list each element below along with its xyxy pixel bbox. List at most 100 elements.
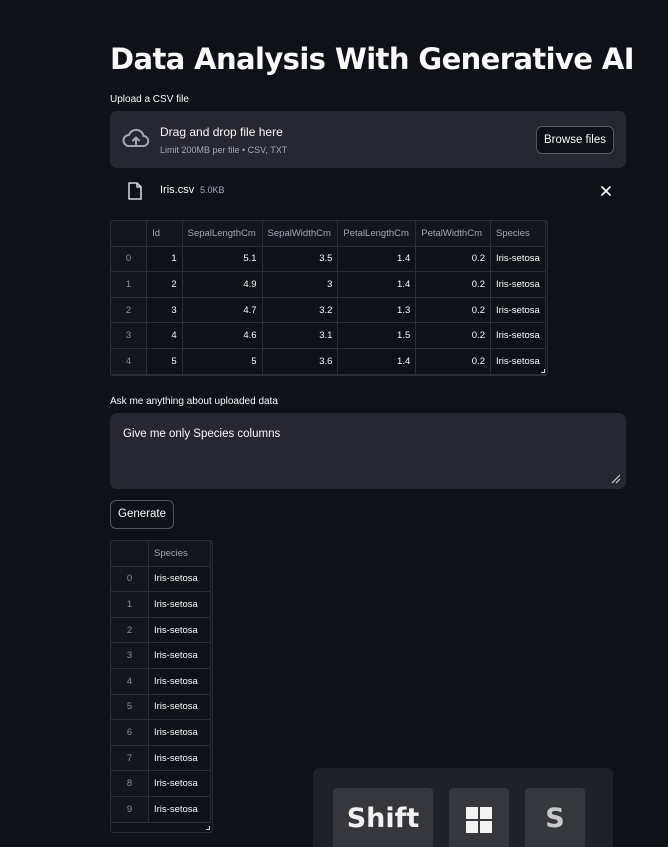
table-cell[interactable]: 1.4 xyxy=(337,271,417,298)
table-cell[interactable]: 1.4 xyxy=(337,245,417,273)
table-cell[interactable]: 1.3 xyxy=(337,296,417,324)
table-row[interactable]: 7 Iris-setosa xyxy=(111,744,211,772)
column-header[interactable]: Id xyxy=(146,221,183,247)
column-header[interactable]: PetalWidthCm xyxy=(415,221,491,247)
table-cell[interactable]: 1.5 xyxy=(337,322,417,349)
uploaded-file-row: Iris.csv 5.0KB xyxy=(110,178,626,204)
question-text: Give me only Species columns xyxy=(123,428,281,440)
table-header-row: Species xyxy=(111,541,211,567)
table-row[interactable]: 5 Iris-setosa xyxy=(111,693,211,721)
table-cell[interactable]: 5.1 xyxy=(181,245,263,273)
dropzone-limit-text: Limit 200MB per file • CSV, TXT xyxy=(160,145,288,155)
result-dataframe[interactable]: Species 0 Iris-setosa 1 Iris-setosa 2 Iris-… xyxy=(110,540,213,833)
table-cell[interactable]: 3.2 xyxy=(261,296,339,324)
row-index: 4 xyxy=(111,667,149,695)
table-cell[interactable]: Iris-setosa xyxy=(489,271,547,298)
table-cell[interactable]: Iris-setosa xyxy=(148,795,211,823)
keyboard-shortcut-overlay: Shift S xyxy=(313,768,613,847)
close-icon[interactable] xyxy=(600,185,612,197)
table-cell[interactable]: 5 xyxy=(146,347,183,375)
dropzone-title: Drag and drop file here xyxy=(160,125,283,139)
column-header[interactable] xyxy=(111,541,149,567)
table-cell[interactable]: Iris-setosa xyxy=(489,245,547,273)
row-index: 7 xyxy=(111,744,149,772)
table-cell[interactable]: Iris-setosa xyxy=(489,347,547,375)
table-cell[interactable]: 3 xyxy=(261,271,339,298)
page-title: Data Analysis With Generative AI xyxy=(110,42,635,76)
cloud-upload-icon xyxy=(122,128,150,147)
row-index: 1 xyxy=(111,591,149,618)
row-index: 4 xyxy=(111,347,148,375)
windows-key xyxy=(449,788,509,847)
table-cell[interactable]: 1 xyxy=(146,245,183,273)
table-cell[interactable]: 4.9 xyxy=(181,271,263,298)
table-cell[interactable]: 0.2 xyxy=(415,347,491,375)
table-row[interactable]: 1 Iris-setosa xyxy=(111,591,211,618)
row-index: 9 xyxy=(111,795,149,823)
table-cell[interactable]: 2 xyxy=(146,271,183,298)
browse-files-button[interactable]: Browse files xyxy=(536,126,614,154)
table-cell[interactable]: 5 xyxy=(181,347,263,375)
table-cell[interactable]: Iris-setosa xyxy=(148,770,211,797)
table-cell[interactable]: 0.2 xyxy=(415,245,491,273)
table-cell[interactable]: Iris-setosa xyxy=(148,616,211,644)
table-cell[interactable]: 0.2 xyxy=(415,271,491,298)
table-row[interactable]: 6 Iris-setosa xyxy=(111,719,211,746)
row-index: 2 xyxy=(111,616,149,644)
preview-dataframe[interactable]: Id SepalLengthCm SepalWidthCm PetalLengt… xyxy=(110,220,548,376)
table-cell[interactable]: 3.5 xyxy=(261,245,339,273)
table-cell[interactable]: 4.6 xyxy=(181,322,263,349)
column-header[interactable]: Species xyxy=(489,221,547,247)
table-row[interactable]: 2 3 4.7 3.2 1.3 0.2 Iris-setosa xyxy=(111,296,547,324)
table-cell[interactable]: 0.2 xyxy=(415,322,491,349)
table-resize-handle[interactable] xyxy=(206,826,210,830)
table-cell[interactable]: Iris-setosa xyxy=(148,744,211,772)
table-row[interactable]: 0 Iris-setosa xyxy=(111,565,211,593)
uploaded-file-name: Iris.csv xyxy=(160,184,195,196)
row-index: 2 xyxy=(111,296,148,324)
table-row[interactable]: 8 Iris-setosa xyxy=(111,770,211,797)
table-resize-handle[interactable] xyxy=(541,369,545,373)
row-index: 3 xyxy=(111,322,148,349)
table-cell[interactable]: Iris-setosa xyxy=(148,719,211,746)
table-cell[interactable]: Iris-setosa xyxy=(489,296,547,324)
table-cell[interactable]: 3.1 xyxy=(261,322,339,349)
table-cell[interactable]: Iris-setosa xyxy=(148,642,211,669)
generate-button[interactable]: Generate xyxy=(110,500,174,529)
question-label: Ask me anything about uploaded data xyxy=(110,396,278,407)
table-header-row: Id SepalLengthCm SepalWidthCm PetalLengt… xyxy=(111,221,547,247)
table-row[interactable]: 3 4 4.6 3.1 1.5 0.2 Iris-setosa xyxy=(111,322,547,349)
column-header[interactable]: SepalWidthCm xyxy=(261,221,339,247)
windows-logo-icon xyxy=(466,807,492,833)
table-cell[interactable]: Iris-setosa xyxy=(148,565,211,593)
table-cell[interactable]: Iris-setosa xyxy=(148,591,211,618)
table-cell[interactable]: 3.6 xyxy=(261,347,339,375)
row-index: 6 xyxy=(111,719,149,746)
file-dropzone[interactable]: Drag and drop file here Limit 200MB per … xyxy=(110,111,626,168)
column-header[interactable]: SepalLengthCm xyxy=(181,221,263,247)
s-key: S xyxy=(525,788,585,847)
table-row[interactable]: 3 Iris-setosa xyxy=(111,642,211,669)
uploaded-file-size: 5.0KB xyxy=(200,185,225,195)
table-cell[interactable]: 1.4 xyxy=(337,347,417,375)
upload-label: Upload a CSV file xyxy=(110,94,189,105)
table-row[interactable]: 9 Iris-setosa xyxy=(111,795,211,823)
table-cell[interactable]: 0.2 xyxy=(415,296,491,324)
table-cell[interactable]: 4 xyxy=(146,322,183,349)
row-index: 8 xyxy=(111,770,149,797)
table-cell[interactable]: Iris-setosa xyxy=(148,667,211,695)
table-row[interactable]: 1 2 4.9 3 1.4 0.2 Iris-setosa xyxy=(111,271,547,298)
table-row[interactable]: 4 Iris-setosa xyxy=(111,667,211,695)
table-cell[interactable]: Iris-setosa xyxy=(148,693,211,721)
table-cell[interactable]: 4.7 xyxy=(181,296,263,324)
column-header[interactable]: PetalLengthCm xyxy=(337,221,417,247)
table-cell[interactable]: 3 xyxy=(146,296,183,324)
column-header[interactable]: Species xyxy=(148,541,211,567)
table-row[interactable]: 4 5 5 3.6 1.4 0.2 Iris-setosa xyxy=(111,347,547,375)
table-cell[interactable]: Iris-setosa xyxy=(489,322,547,349)
question-textarea[interactable]: Give me only Species columns xyxy=(110,413,626,489)
resize-grip-icon[interactable] xyxy=(611,474,621,484)
column-header[interactable] xyxy=(111,221,148,247)
table-row[interactable]: 2 Iris-setosa xyxy=(111,616,211,644)
table-row[interactable]: 0 1 5.1 3.5 1.4 0.2 Iris-setosa xyxy=(111,245,547,273)
